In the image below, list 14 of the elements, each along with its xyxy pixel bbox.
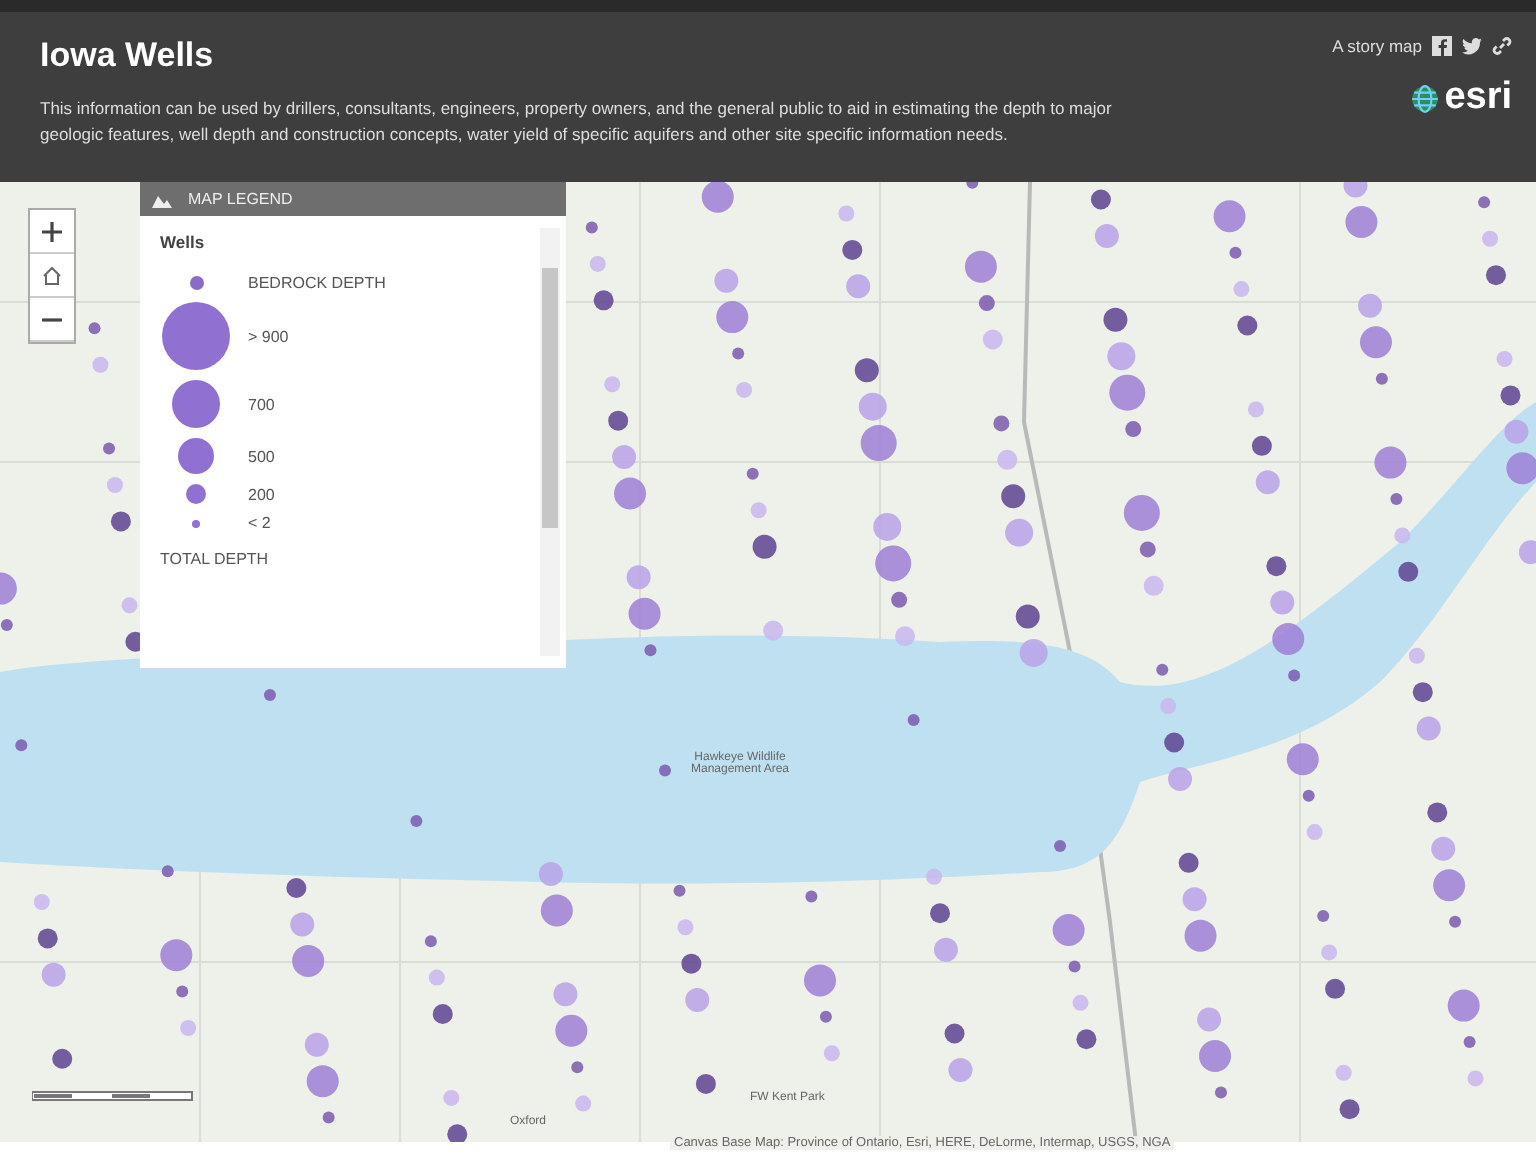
legend-label: BEDROCK DEPTH — [248, 274, 386, 292]
legend-label: 500 — [248, 447, 275, 465]
legend-label: 700 — [248, 395, 275, 413]
legend-title: MAP LEGEND — [188, 190, 293, 208]
logo-text: esri — [1444, 76, 1512, 120]
legend-label: 200 — [248, 485, 275, 503]
layer-name: Wells — [160, 232, 207, 252]
description-text: This information can be used by drillers, consultants, engineers, property owners, and the general public to aid in estimating the depth to major geologic features, well depth and construction concepts, water yield of specific aquifers and other site specific information needs. — [40, 96, 1114, 148]
legend-label: < 2 — [248, 514, 271, 532]
app-title: Iowa Wells — [40, 36, 216, 76]
legend-header[interactable]: MAP LEGEND — [140, 182, 566, 216]
story-map-label: A story map — [1332, 36, 1422, 56]
legend-heading: TOTAL DEPTH — [160, 550, 271, 568]
legend-label: > 900 — [248, 327, 289, 345]
